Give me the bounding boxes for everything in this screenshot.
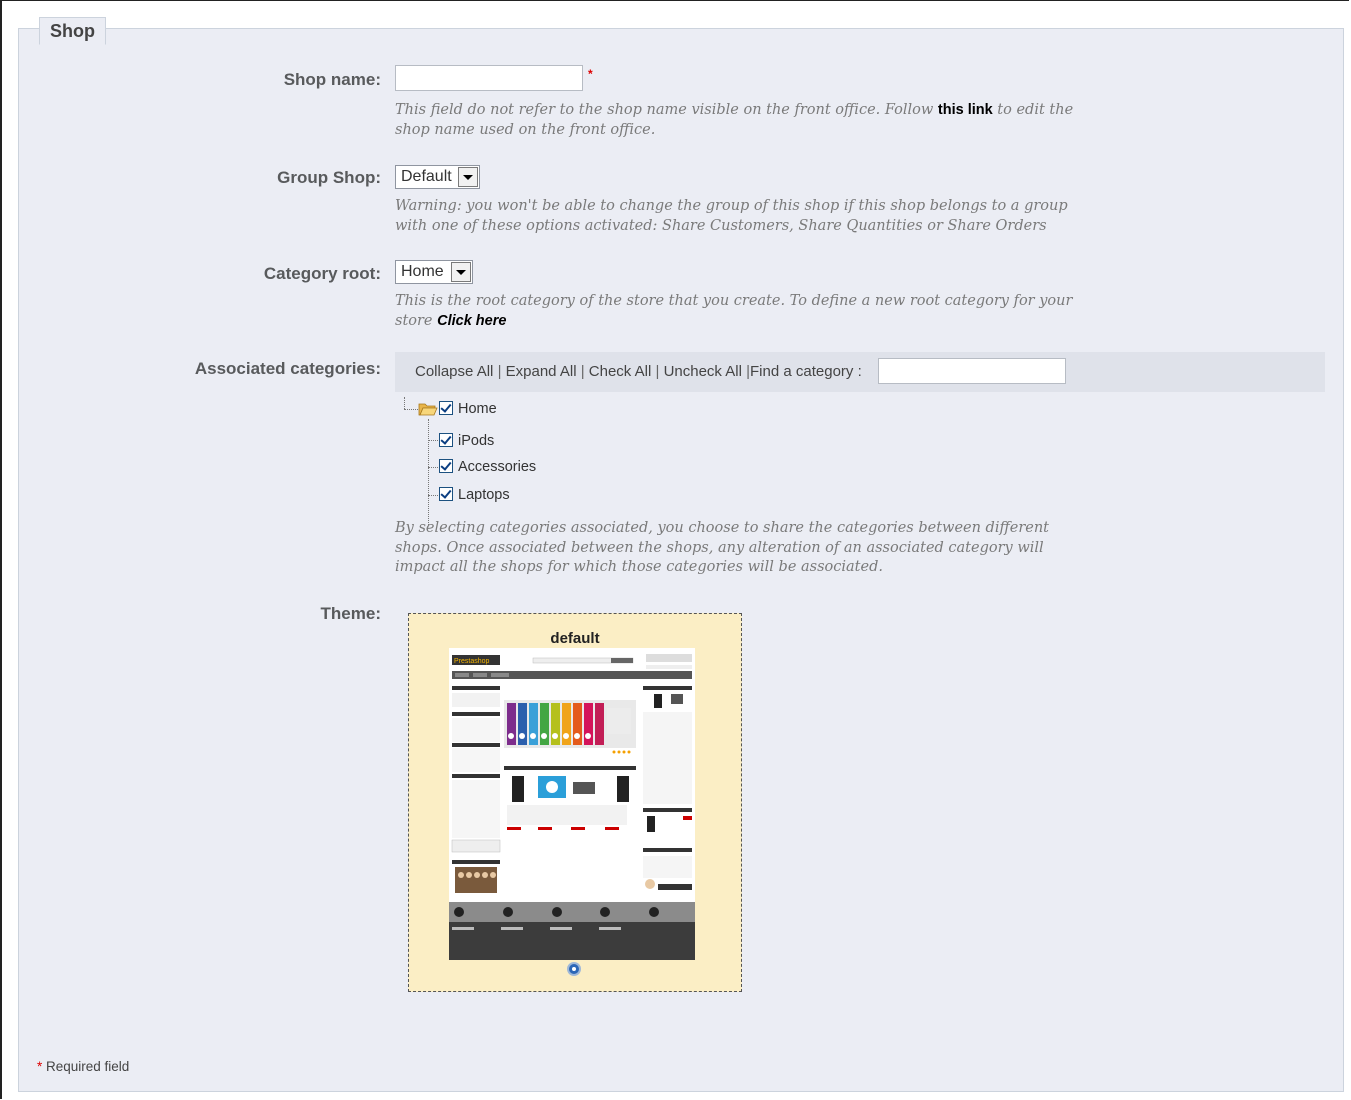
tree-node-accessories[interactable]: Accessories [439, 459, 536, 475]
tree-toolbar-links: Collapse All | Expand All | Check All | … [415, 363, 862, 380]
theme-label: Theme: [320, 604, 381, 623]
tree-node-label: Accessories [458, 459, 537, 475]
separator: | [655, 363, 664, 380]
fieldset-legend: Shop [39, 17, 106, 45]
associated-categories-label: Associated categories: [194, 359, 381, 378]
shop-name-help-link[interactable]: this link [938, 102, 993, 118]
tree-node-laptops[interactable]: Laptops [439, 487, 510, 503]
shop-name-input[interactable] [395, 65, 583, 91]
theme-preview-image: Prestashop [449, 648, 695, 960]
checkbox-checked[interactable] [439, 401, 453, 415]
chevron-down-icon [458, 167, 478, 187]
category-root-label: Category root: [263, 264, 381, 283]
shop-name-help-text: This field do not refer to the shop name… [395, 102, 938, 118]
required-field-note: * Required field [37, 1059, 129, 1074]
page-frame: Shop Shop name: * This field do not refe… [0, 0, 1349, 1099]
group-shop-select[interactable]: Default [395, 165, 480, 189]
tree-connector [428, 495, 438, 496]
category-root-selected: Home [401, 263, 444, 280]
theme-preview-screenshot-icon: Prestashop [449, 648, 695, 960]
category-tree-toolbar: Collapse All | Expand All | Check All | … [395, 352, 1325, 392]
preview-logo-text: Prestashop [454, 658, 490, 665]
tree-connector [428, 467, 438, 468]
theme-radio-selected[interactable] [567, 962, 581, 976]
separator: | [497, 363, 506, 380]
group-shop-label: Group Shop: [277, 168, 381, 187]
checkbox-checked[interactable] [439, 433, 453, 447]
shop-name-label: Shop name: [283, 70, 381, 89]
tree-node-label: Laptops [458, 487, 510, 503]
find-category-input[interactable] [878, 358, 1066, 384]
uncheck-all-link[interactable]: Uncheck All [664, 363, 742, 380]
tree-node-home[interactable]: Home [439, 401, 497, 417]
category-root-help: This is the root category of the store t… [395, 292, 1095, 331]
required-star: * [588, 67, 593, 81]
tree-node-label: Home [458, 401, 497, 417]
group-shop-selected: Default [401, 168, 452, 185]
chevron-down-icon [451, 262, 471, 282]
tree-node-label: iPods [458, 433, 495, 449]
find-category-label: Find a category : [750, 363, 862, 380]
category-root-help-link[interactable]: Click here [437, 313, 506, 329]
tree-connector [428, 440, 438, 441]
group-shop-help: Warning: you won't be able to change the… [395, 198, 1068, 234]
checkbox-checked[interactable] [439, 487, 453, 501]
tree-node-ipods[interactable]: iPods [439, 433, 494, 449]
tree-connector [404, 397, 405, 409]
shop-fieldset: Shop Shop name: * This field do not refe… [18, 17, 1344, 1092]
tree-connector [428, 419, 429, 525]
theme-option-default[interactable]: default Prestashop [408, 613, 742, 992]
checkbox-checked[interactable] [439, 459, 453, 473]
check-all-link[interactable]: Check All [589, 363, 652, 380]
theme-name: default [550, 630, 600, 647]
separator: | [580, 363, 589, 380]
associated-categories-help: By selecting categories associated, you … [395, 520, 1050, 575]
open-folder-icon [418, 403, 438, 416]
expand-all-link[interactable]: Expand All [506, 363, 577, 380]
collapse-all-link[interactable]: Collapse All [415, 363, 493, 380]
category-root-select[interactable]: Home [395, 260, 473, 284]
shop-name-help: This field do not refer to the shop name… [395, 101, 1095, 140]
tree-connector [404, 409, 418, 410]
required-note-text: Required field [42, 1059, 130, 1074]
